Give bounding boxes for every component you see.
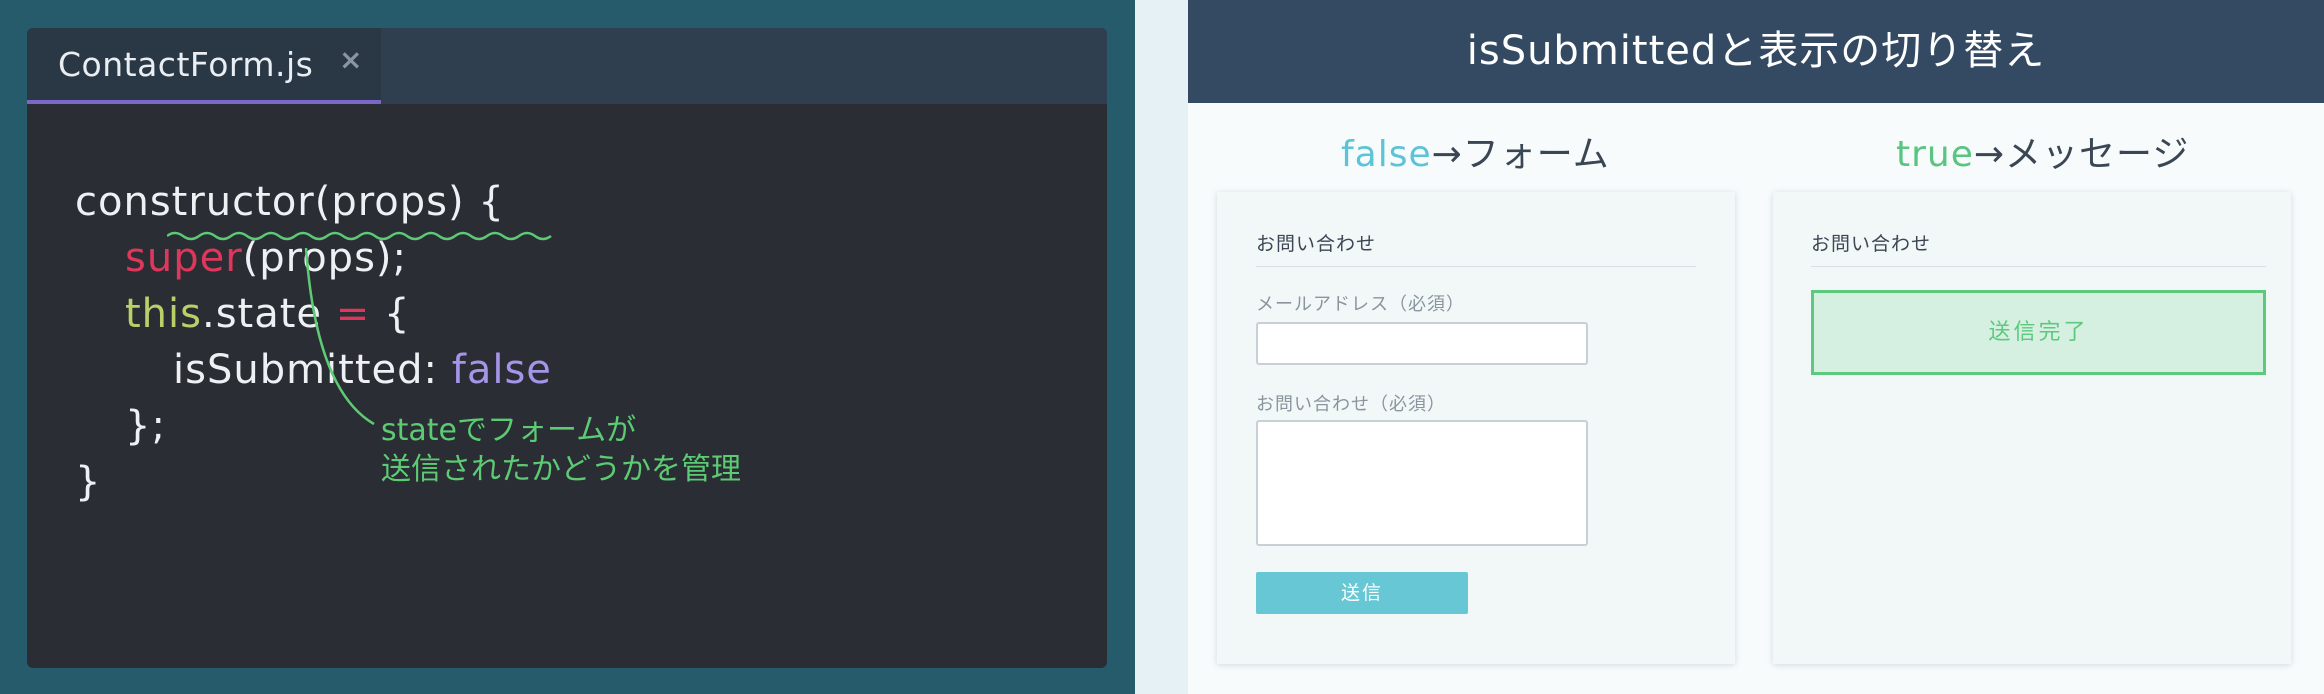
true-column-title: true→メッセージ — [1896, 125, 2189, 177]
column-title-rest: →フォーム — [1431, 134, 1610, 175]
value-false: false — [451, 347, 552, 393]
slide-panel-background: isSubmittedと表示の切り替え false→フォーム true→メッセー… — [1135, 0, 2324, 694]
email-field[interactable] — [1256, 322, 1588, 365]
squiggle-underline — [167, 231, 552, 241]
code-text: constructor(props) { — [75, 179, 505, 225]
submit-button[interactable]: 送信 — [1256, 572, 1468, 614]
email-label: メールアドレス（必須） — [1256, 294, 1465, 315]
message-label: お問い合わせ（必須） — [1256, 394, 1446, 415]
contact-form-card: お問い合わせ メールアドレス（必須） お問い合わせ（必須） 送信 — [1217, 192, 1735, 664]
tab-title: ContactForm.js — [58, 45, 314, 84]
column-title-rest: →メッセージ — [1973, 134, 2190, 175]
false-keyword: false — [1341, 134, 1432, 175]
submitted-message-card: お問い合わせ 送信完了 — [1773, 192, 2291, 664]
code-editor: ContactForm.js × constructor(props) { su… — [27, 28, 1107, 668]
form-card-title: お問い合わせ — [1256, 229, 1696, 267]
code-annotation: stateでフォームが送信されたかどうかを管理 — [381, 411, 741, 489]
keyword-this: this — [125, 291, 202, 337]
slide: isSubmittedと表示の切り替え false→フォーム true→メッセー… — [1188, 0, 2324, 694]
close-icon[interactable]: × — [339, 43, 362, 76]
message-textarea[interactable] — [1256, 420, 1588, 546]
annotation-line-1: stateでフォームが — [381, 413, 637, 448]
code-text: }; — [125, 403, 166, 449]
code-text: } — [75, 459, 102, 505]
annotation-line-2: 送信されたかどうかを管理 — [381, 452, 741, 487]
annotation-connector — [304, 247, 375, 426]
editor-panel-background: ContactForm.js × constructor(props) { su… — [0, 0, 1135, 694]
message-card-title: お問い合わせ — [1811, 229, 2266, 267]
slide-title: isSubmittedと表示の切り替え — [1188, 0, 2324, 103]
true-keyword: true — [1896, 134, 1974, 175]
false-column-title: false→フォーム — [1341, 125, 1610, 177]
code-line-1: constructor(props) { — [75, 174, 505, 230]
code-line-5: }; — [125, 398, 166, 454]
code-line-6: } — [75, 454, 101, 510]
tab-bar: ContactForm.js × — [27, 28, 1107, 104]
tab-contactform-js[interactable]: ContactForm.js × — [27, 28, 381, 104]
submission-complete-message: 送信完了 — [1811, 290, 2266, 375]
